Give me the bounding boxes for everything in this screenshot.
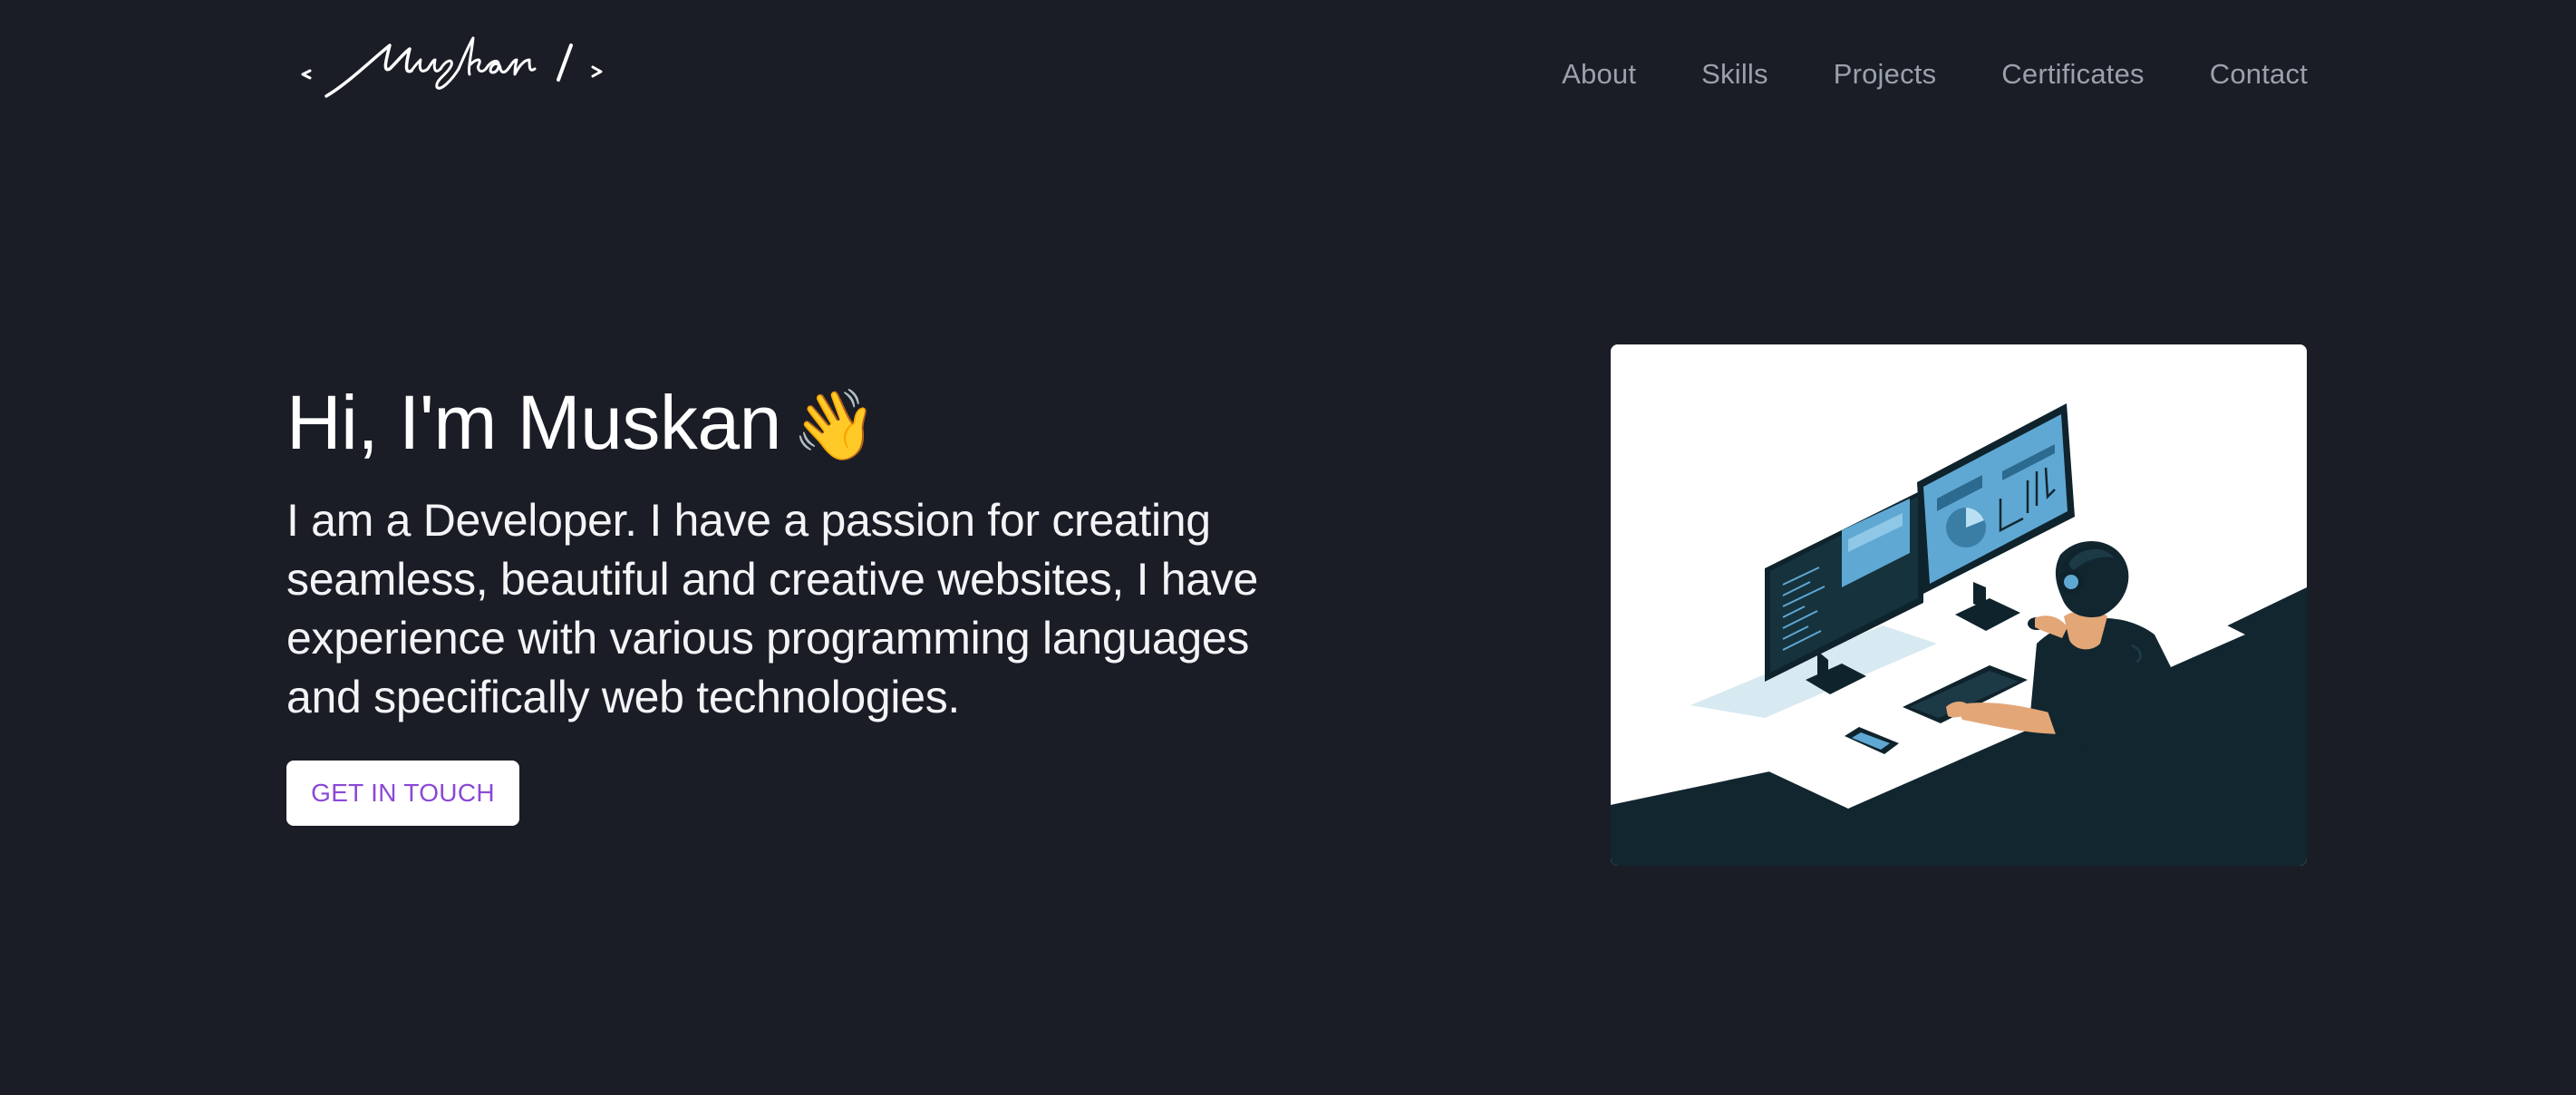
nav-certificates[interactable]: Certificates — [2001, 58, 2144, 91]
hero-description: I am a Developer. I have a passion for c… — [286, 495, 1258, 722]
logo-signature[interactable] — [299, 33, 607, 112]
main-nav: About Skills Projects Certificates Conta… — [1562, 58, 2308, 91]
nav-skills[interactable]: Skills — [1701, 58, 1768, 91]
get-in-touch-button[interactable]: GET IN TOUCH — [286, 761, 519, 826]
page: About Skills Projects Certificates Conta… — [0, 0, 2576, 1095]
nav-about[interactable]: About — [1562, 58, 1636, 91]
hero-greeting: Hi, I'm Muskan — [286, 380, 781, 465]
waving-hand-icon: 👋 — [791, 387, 878, 464]
hero-title: Hi, I'm Muskan 👋 — [286, 379, 877, 467]
developer-at-desk-illustration-icon — [1611, 344, 2307, 866]
nav-contact[interactable]: Contact — [2210, 58, 2308, 91]
nav-projects[interactable]: Projects — [1834, 58, 1937, 91]
developer-illustration — [1611, 344, 2307, 866]
